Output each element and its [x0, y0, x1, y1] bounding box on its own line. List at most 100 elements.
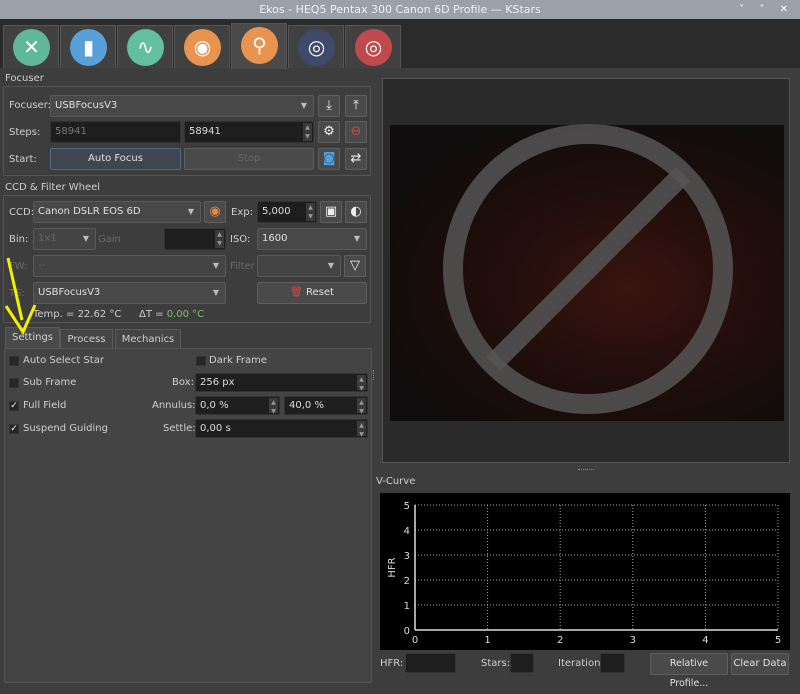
spin-arrows-icon[interactable]: ▲ ▼ — [269, 398, 278, 415]
abort-move-button[interactable]: ⊖ — [345, 121, 367, 143]
spin-arrows-icon[interactable]: ▲ ▼ — [303, 123, 312, 141]
exposure-input[interactable]: 5,000 ▲ ▼ — [257, 201, 317, 223]
reset-button[interactable]: 🗑 Reset — [257, 282, 367, 304]
capture-frame-button[interactable]: ◙ — [318, 148, 340, 170]
delta-t-label: ΔT = — [139, 309, 167, 320]
iso-select[interactable]: 1600 ▼ — [257, 228, 367, 250]
loop-button[interactable]: ⇄ — [345, 148, 367, 170]
box-input[interactable]: 256 px ▲ ▼ — [195, 373, 368, 392]
window-title: Ekos - HEQ5 Pentax 300 Canon 6D Profile … — [0, 0, 800, 19]
no-image-icon — [443, 124, 733, 414]
vertical-splitter-handle[interactable] — [578, 469, 594, 472]
gain-input[interactable]: ▲ ▼ — [164, 228, 226, 250]
start-label: Start: — [9, 154, 37, 165]
y-axis-label: HFR — [387, 557, 398, 577]
frame-button[interactable]: ▣ — [320, 201, 342, 223]
analyze-icon: ∿ — [127, 29, 164, 66]
chevron-down-icon: ▼ — [212, 261, 219, 270]
iteration-label: Iteration: — [558, 658, 604, 669]
splitter-handle[interactable] — [373, 370, 376, 380]
filter-wheel-select[interactable]: -- ▼ — [33, 255, 226, 277]
toggle-view-button[interactable]: ◐ — [345, 201, 367, 223]
auto-select-star-checkbox[interactable] — [9, 356, 19, 366]
full-field-checkbox[interactable]: ✓ — [9, 401, 19, 411]
spin-arrows-icon[interactable]: ▲ ▼ — [215, 230, 224, 248]
chevron-down-icon: ▼ — [82, 234, 89, 243]
window-controls[interactable]: ˅ ˄ ✕ — [739, 0, 794, 19]
ccd-value: Canon DSLR EOS 6D — [38, 206, 141, 217]
filter-settings-button[interactable]: ▽ — [344, 255, 366, 277]
stars-output — [510, 653, 534, 673]
iso-label: ISO: — [230, 234, 251, 245]
module-tab-capture[interactable]: ◉ — [174, 25, 230, 68]
annotation-arrow — [4, 257, 37, 336]
module-tab-scheduler[interactable]: ▮ — [60, 25, 116, 68]
annulus-label: Annulus: — [152, 400, 196, 411]
steps-target-input[interactable]: 58941 ▲ ▼ — [184, 121, 314, 143]
relative-profile-button[interactable]: Relative Profile... — [650, 653, 728, 689]
exposure-value: 5,000 — [262, 206, 291, 217]
stop-button[interactable]: Stop — [184, 148, 314, 170]
camera-icon: ◙ — [322, 151, 336, 166]
annulus-min-input[interactable]: 0,0 % ▲ ▼ — [195, 396, 280, 415]
chevron-down-icon: ▼ — [300, 101, 307, 110]
sub-frame-label: Sub Frame — [23, 377, 77, 388]
hfr-label: HFR: — [380, 658, 404, 669]
tab-mechanics[interactable]: Mechanics — [115, 329, 181, 349]
module-tab-guide[interactable]: ◎ — [345, 25, 401, 68]
chevron-down-icon: ▼ — [327, 261, 334, 270]
stars-label: Stars: — [481, 658, 511, 669]
temperature-source-select[interactable]: USBFocusV3 ▼ — [33, 282, 226, 304]
clear-data-button[interactable]: Clear Data — [731, 653, 789, 675]
exp-label: Exp: — [231, 207, 253, 218]
suspend-guiding-checkbox[interactable]: ✓ — [9, 424, 19, 434]
focuser-select[interactable]: USBFocusV3 ▼ — [50, 95, 314, 117]
ccd-label: CCD: — [9, 207, 35, 218]
ccd-select[interactable]: Canon DSLR EOS 6D ▼ — [33, 201, 201, 223]
tab-process[interactable]: Process — [60, 329, 113, 349]
vcurve-title: V-Curve — [376, 476, 416, 487]
y-tick-label: 3 — [404, 551, 410, 562]
y-tick-label: 5 — [404, 501, 410, 512]
spin-arrows-icon[interactable]: ▲ ▼ — [357, 398, 366, 415]
setup-icon: ✕ — [13, 29, 50, 66]
focus-image-view[interactable] — [382, 78, 790, 463]
goto-button[interactable]: ⚙ — [318, 121, 340, 143]
dark-frame-checkbox[interactable] — [196, 356, 206, 366]
focuser-label: Focuser: — [9, 100, 52, 111]
module-tab-setup[interactable]: ✕ — [3, 25, 59, 68]
iso-value: 1600 — [262, 233, 288, 244]
bin-select[interactable]: 1x1 ▼ — [33, 228, 96, 250]
dark-frame-label: Dark Frame — [209, 355, 268, 366]
ts-value: USBFocusV3 — [38, 287, 101, 298]
live-video-button[interactable]: ◉ — [204, 201, 226, 223]
focuser-group-title: Focuser — [5, 73, 44, 84]
chevron-down-icon: ▼ — [353, 234, 360, 243]
box-label: Box: — [172, 377, 194, 388]
x-tick-label: 1 — [484, 635, 490, 646]
delta-t-value: 0.00 °C — [166, 309, 205, 320]
spin-arrows-icon[interactable]: ▲ ▼ — [357, 421, 366, 438]
annulus-max-input[interactable]: 40,0 % ▲ ▼ — [284, 396, 368, 415]
gear-icon: ⚙ — [323, 124, 335, 139]
reset-label: Reset — [305, 287, 334, 298]
focus-icon: ⚲ — [241, 27, 278, 64]
ccd-group-title: CCD & Filter Wheel — [5, 182, 101, 193]
y-tick-label: 2 — [404, 576, 410, 587]
focus-out-button[interactable]: ⤒ — [345, 95, 367, 117]
spin-arrows-icon[interactable]: ▲ ▼ — [306, 203, 315, 221]
settle-input[interactable]: 0,00 s ▲ ▼ — [195, 419, 368, 438]
temperature-readout: Temp. = 22.62 °C — [33, 309, 122, 320]
suspend-guiding-label: Suspend Guiding — [23, 423, 108, 434]
sub-frame-checkbox[interactable] — [9, 378, 19, 388]
x-tick-label: 2 — [557, 635, 563, 646]
auto-focus-button[interactable]: Auto Focus — [50, 148, 181, 170]
focus-in-button[interactable]: ⤓ — [318, 95, 340, 117]
filter-select[interactable]: ▼ — [257, 255, 341, 277]
module-tab-focus[interactable]: ⚲ — [231, 23, 287, 69]
annulus-min-value: 0,0 % — [200, 400, 229, 411]
spin-arrows-icon[interactable]: ▲ ▼ — [357, 375, 366, 392]
x-tick-label: 4 — [702, 635, 708, 646]
module-tab-align[interactable]: ◎ — [288, 25, 344, 68]
module-tab-analyze[interactable]: ∿ — [117, 25, 173, 68]
